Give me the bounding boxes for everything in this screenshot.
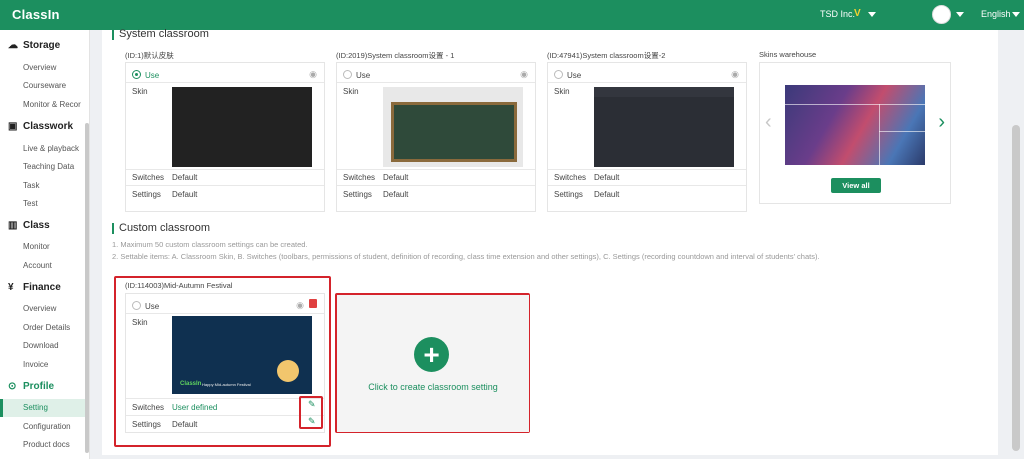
chevron-left-icon[interactable]: ‹ [765, 111, 772, 134]
create-classroom-setting-button[interactable]: + Click to create classroom setting [337, 295, 529, 432]
sidebar-scrollbar[interactable] [85, 123, 89, 453]
skin-label: Skin [343, 87, 359, 96]
skin-label: Skin [132, 318, 148, 327]
skin-preview [594, 87, 734, 167]
settings-value: Default [594, 190, 620, 199]
switches-value: User defined [172, 403, 218, 412]
system-classroom-heading: System classroom [112, 28, 209, 40]
settings-value: Default [172, 190, 198, 199]
sidebar-item-account[interactable]: Account [0, 257, 88, 275]
sidebar: ☁ Storage Overview Courseware Monitor & R… [0, 30, 90, 459]
switches-label: Switches [343, 173, 376, 182]
sidebar-section-storage[interactable]: ☁ Storage [8, 40, 60, 51]
skin-preview [172, 87, 312, 167]
switches-value: Default [594, 173, 620, 182]
switches-label: Switches [554, 173, 587, 182]
profile-icon: ⊙ [8, 381, 17, 392]
card-title: (ID:1)默认皮肤 [125, 51, 174, 60]
radio-icon[interactable] [132, 301, 141, 310]
settings-label: Settings [554, 190, 583, 199]
radio-icon[interactable] [554, 70, 563, 79]
sidebar-item-product-docs[interactable]: Product docs [0, 436, 88, 454]
chevron-down-icon[interactable] [956, 12, 964, 17]
skins-warehouse-title: Skins warehouse [759, 50, 817, 59]
chalkboard-image [391, 102, 517, 162]
use-radio[interactable]: Use [132, 301, 159, 311]
language-selector[interactable]: English [981, 9, 1011, 19]
sidebar-item-invoice[interactable]: Invoice [0, 356, 88, 374]
settings-value: Default [172, 420, 198, 429]
trash-icon[interactable] [309, 299, 317, 308]
classwork-icon: ▣ [8, 121, 18, 132]
vip-badge-icon: V [854, 8, 861, 19]
custom-card: Use ◉ Skin ClassIn Happy Mid-autumn Fest… [125, 293, 325, 433]
edit-settings-pencil-icon[interactable]: ✎ [308, 416, 316, 427]
org-name[interactable]: TSD Inc. [820, 9, 855, 19]
top-bar: ClassIn TSD Inc. V English [0, 0, 1024, 30]
system-card-3: Use ◉ Skin Switches Default Settings Def… [547, 62, 747, 212]
skin-label: Skin [554, 87, 570, 96]
note-settable-items: 2. Settable items: A. Classroom Skin, B.… [112, 252, 820, 261]
page-scrollbar[interactable] [1012, 125, 1020, 451]
edit-switches-pencil-icon[interactable]: ✎ [308, 399, 316, 410]
sidebar-section-class[interactable]: ▥ Class [8, 220, 50, 231]
switches-value: Default [172, 173, 198, 182]
skins-warehouse: ‹ › View all [759, 62, 951, 204]
finance-icon: ¥ [8, 282, 14, 293]
use-radio[interactable]: Use [554, 70, 581, 80]
custom-classroom-heading: Custom classroom [111, 222, 211, 234]
settings-value: Default [383, 190, 409, 199]
radio-icon[interactable] [132, 70, 141, 79]
switches-label: Switches [132, 173, 165, 182]
settings-label: Settings [132, 190, 161, 199]
cloud-icon: ☁ [8, 40, 18, 51]
sidebar-section-profile[interactable]: ⊙ Profile [8, 381, 54, 392]
chevron-down-icon[interactable] [1012, 12, 1020, 17]
eye-icon[interactable]: ◉ [309, 69, 317, 80]
plus-icon[interactable]: + [414, 337, 449, 372]
skin-preview: ClassIn Happy Mid-autumn Festival [172, 316, 312, 394]
sidebar-section-finance[interactable]: ¥ Finance [8, 282, 61, 293]
switches-value: Default [383, 173, 409, 182]
skin-preview [383, 87, 523, 167]
avatar[interactable] [932, 5, 951, 24]
sidebar-item-task[interactable]: Task [0, 177, 88, 195]
sidebar-item-setting[interactable]: Setting [0, 399, 88, 417]
sidebar-section-classwork[interactable]: ▣ Classwork [8, 121, 73, 132]
sidebar-item-order-details[interactable]: Order Details [0, 319, 88, 337]
card-title: (ID:114003)Mid-Autumn Festival [125, 281, 233, 290]
note-max: 1. Maximum 50 custom classroom settings … [112, 240, 308, 249]
sidebar-item-live-playback[interactable]: Live & playback [0, 140, 88, 158]
radio-icon[interactable] [343, 70, 352, 79]
classin-logo[interactable]: ClassIn [12, 7, 60, 22]
sidebar-item-courseware[interactable]: Courseware [0, 77, 88, 95]
eye-icon[interactable]: ◉ [520, 69, 528, 80]
sidebar-item-monitor-record[interactable]: Monitor & Recor [0, 96, 88, 114]
sidebar-item-finance-overview[interactable]: Overview [0, 300, 88, 318]
sidebar-item-monitor[interactable]: Monitor [0, 238, 88, 256]
skin-preview[interactable] [785, 85, 925, 165]
sidebar-item-overview[interactable]: Overview [0, 59, 88, 77]
sidebar-item-teaching-data[interactable]: Teaching Data [0, 158, 88, 176]
system-card-1: Use ◉ Skin Switches Default Settings Def… [125, 62, 325, 212]
settings-label: Settings [343, 190, 372, 199]
view-all-button[interactable]: View all [831, 178, 881, 193]
sidebar-item-download[interactable]: Download [0, 337, 88, 355]
card-title: (ID:47941)System classroom设置-2 [547, 51, 666, 60]
chevron-down-icon[interactable] [868, 12, 876, 17]
sidebar-item-configuration[interactable]: Configuration [0, 418, 88, 436]
mascot-image [277, 360, 299, 382]
class-icon: ▥ [8, 220, 18, 231]
switches-label: Switches [132, 403, 165, 412]
card-title: (ID:2019)System classroom设置 - 1 [336, 51, 455, 60]
eye-icon[interactable]: ◉ [731, 69, 739, 80]
use-radio[interactable]: Use [132, 70, 159, 80]
system-card-2: Use ◉ Skin Switches Default Settings Def… [336, 62, 536, 212]
eye-icon[interactable]: ◉ [296, 300, 304, 311]
chevron-right-icon[interactable]: › [938, 111, 945, 134]
settings-label: Settings [132, 420, 161, 429]
use-radio[interactable]: Use [343, 70, 370, 80]
skin-label: Skin [132, 87, 148, 96]
sidebar-item-test[interactable]: Test [0, 195, 88, 213]
